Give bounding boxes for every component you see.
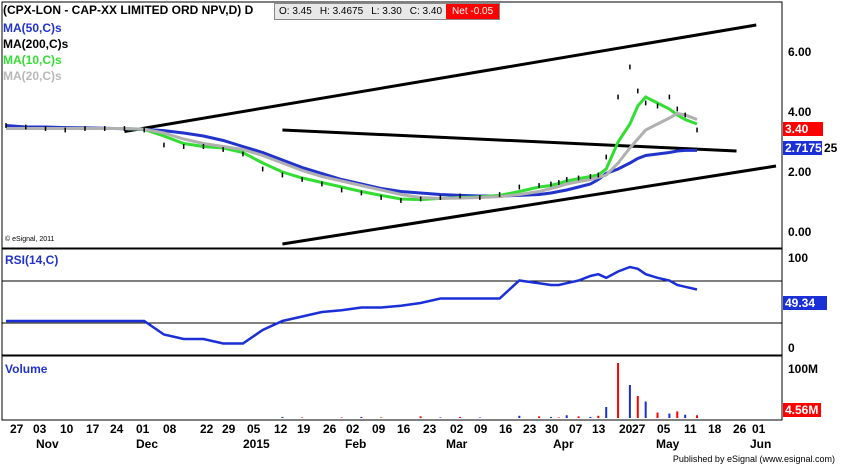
footer-credit: Published by eSignal (www.esignal.com) [672,454,835,464]
x-day-label: 05 [247,422,261,436]
ohlc-readout: O: 3.45 H: 3.4675 L: 3.30 C: 3.40 Net -0… [274,3,501,20]
price-tick-label: 4.00 [788,105,812,119]
price-tag-label: 2.7175 [785,141,822,155]
rsi-tick-100: 100 [788,251,808,265]
x-day-label: 26 [323,422,337,436]
net-change-badge: Net -0.05 [446,4,500,19]
x-day-label: 10 [60,422,74,436]
x-month-label: 2015 [243,437,270,451]
x-month-label: Feb [345,437,366,451]
x-day-label: 09 [474,422,488,436]
x-day-label: 07 [569,422,583,436]
copyright-text: © eSignal, 2011 [5,236,55,243]
x-day-label: 27 [632,422,646,436]
price-tick-label: 2.00 [788,165,812,179]
chart-title: (CPX-LON - CAP-XX LIMITED ORD NPV,D) D [3,3,254,17]
open-value: O: 3.45 [279,6,312,17]
x-day-label: 11 [684,422,697,436]
rsi-tick-0: 0 [788,341,795,355]
low-value: L: 3.30 [371,6,402,17]
x-month-label: May [656,437,680,451]
x-day-label: 20 [619,422,633,436]
price-tick-label: 6.00 [788,45,812,59]
legend-ma50: MA(50,C)s [3,21,62,35]
x-day-label: 01 [136,422,150,436]
x-month-label: Jun [750,437,771,451]
x-day-label: 19 [297,422,311,436]
stock-chart: 100 0 49.34 100M 4.56M 6.00 4.00 2.00 0.00 3.40… [1,1,838,451]
x-day-label: 26 [733,422,747,436]
x-month-label: Nov [36,437,59,451]
volume-current-value: 4.56M [785,403,818,417]
price-tag-label: 25 [824,141,838,155]
x-day-label: 01 [752,422,766,436]
x-day-label: 02 [450,422,464,436]
x-day-label: 29 [222,422,236,436]
x-day-label: 24 [110,422,124,436]
x-day-label: 30 [545,422,559,436]
rsi-label: RSI(14,C) [5,253,59,267]
x-day-label: 09 [372,422,386,436]
rsi-current-value: 49.34 [785,296,815,310]
x-day-label: 22 [200,422,214,436]
x-day-label: 05 [657,422,671,436]
legend-ma20: MA(20,C)s [3,69,62,83]
x-day-label: 03 [33,422,47,436]
x-day-label: 23 [423,422,437,436]
price-tick-label: 0.00 [788,225,812,239]
x-month-label: Apr [553,437,574,451]
x-month-label: Dec [136,437,158,451]
x-day-label: 13 [592,422,606,436]
legend-ma200: MA(200,C)s [3,37,69,51]
x-day-label: 18 [708,422,722,436]
x-day-label: 16 [397,422,411,436]
x-month-label: Mar [446,437,468,451]
x-day-label: 08 [163,422,177,436]
price-tag-label: 3.40 [785,122,809,136]
volume-label: Volume [5,362,48,376]
legend-ma10: MA(10,C)s [3,53,62,67]
close-value: C: 3.40 [409,6,443,17]
x-day-label: 12 [274,422,288,436]
x-day-label: 16 [499,422,513,436]
x-day-label: 02 [346,422,360,436]
x-day-label: 27 [10,422,24,436]
x-day-label: 23 [523,422,537,436]
volume-tick-100m: 100M [788,362,818,376]
high-value: H: 3.4675 [319,6,364,17]
x-day-label: 17 [86,422,100,436]
